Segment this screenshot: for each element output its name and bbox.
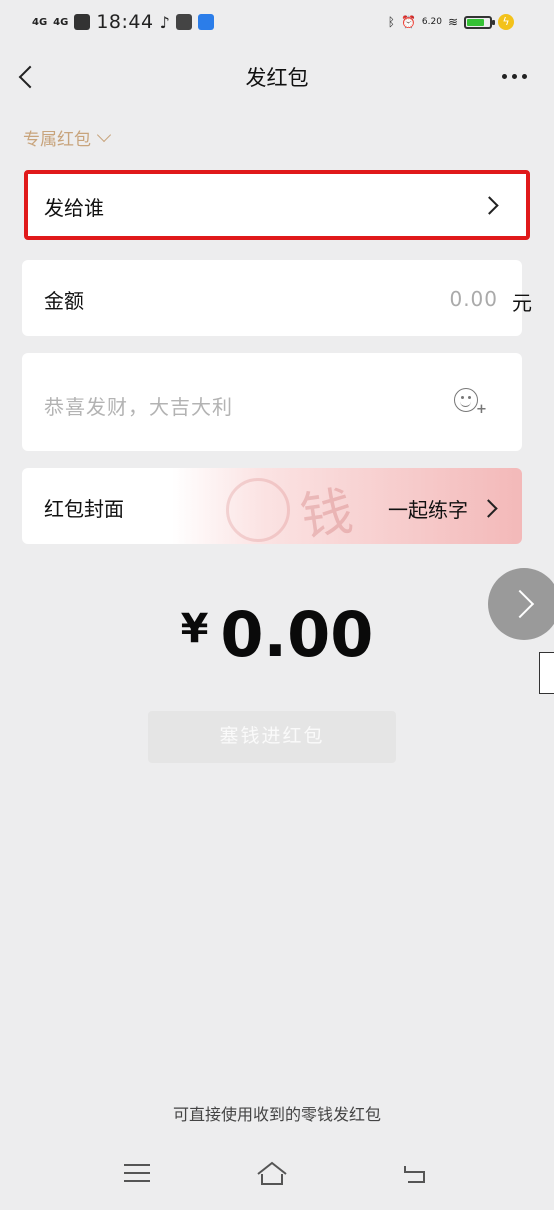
exclusive-packet-dropdown[interactable]: 专属红包 bbox=[23, 125, 112, 150]
chevron-right-icon bbox=[480, 196, 499, 215]
clock: 18:44 bbox=[96, 11, 154, 33]
emoji-icon[interactable] bbox=[454, 388, 478, 412]
chevron-right-icon bbox=[479, 499, 498, 518]
currency-symbol: ¥ bbox=[180, 606, 209, 652]
cover-art-character: 钱 bbox=[296, 481, 357, 549]
recipient-label: 发给谁 bbox=[44, 196, 104, 220]
exclusive-packet-label: 专属红包 bbox=[23, 130, 91, 150]
cover-option-label: 一起练字 bbox=[388, 498, 468, 522]
bluetooth-icon: ᛒ bbox=[387, 15, 395, 29]
amount-label: 金额 bbox=[44, 289, 84, 313]
notification-icon bbox=[74, 14, 91, 30]
network-speed: 6.20 bbox=[421, 17, 442, 27]
cover-option[interactable]: 一起练字 bbox=[388, 494, 498, 523]
signal-indicator-2: 4G bbox=[53, 16, 69, 28]
emoji-plus-icon: + bbox=[476, 402, 487, 417]
status-right: ᛒ ⏰ 6.20 ≋ ϟ bbox=[388, 8, 514, 36]
status-bar: 4G 4G 18:44 ♪ ᛒ ⏰ 6.20 ≋ ϟ bbox=[0, 0, 554, 44]
recipient-selector[interactable]: 发给谁 bbox=[24, 170, 530, 240]
alarm-icon: ⏰ bbox=[400, 15, 416, 29]
charging-icon: ϟ bbox=[498, 14, 514, 30]
tiktok-icon: ♪ bbox=[159, 12, 170, 32]
amount-unit: 元 bbox=[512, 291, 532, 315]
total-amount: ¥0.00 bbox=[0, 598, 554, 671]
status-left: 4G 4G 18:44 ♪ bbox=[32, 8, 214, 36]
app-icon bbox=[175, 14, 192, 30]
more-options-button[interactable] bbox=[502, 68, 530, 84]
home-icon[interactable] bbox=[256, 1160, 288, 1188]
wifi-icon: ≋ bbox=[447, 15, 458, 29]
blessing-input[interactable]: 恭喜发财，大吉大利 bbox=[44, 391, 233, 420]
back-nav-icon[interactable] bbox=[402, 1164, 428, 1184]
app-icon-blue bbox=[197, 14, 214, 30]
amount-card[interactable]: 金额 bbox=[22, 260, 522, 336]
battery-icon bbox=[464, 15, 495, 29]
cover-label: 红包封面 bbox=[44, 497, 124, 521]
chevron-down-icon bbox=[96, 127, 112, 142]
menu-icon[interactable] bbox=[124, 1164, 150, 1184]
signal-indicator-1: 4G bbox=[32, 16, 48, 28]
total-value: 0.00 bbox=[220, 598, 374, 671]
page-title: 发红包 bbox=[245, 66, 309, 90]
footer-note: 可直接使用收到的零钱发红包 bbox=[172, 1105, 381, 1124]
send-red-packet-button[interactable]: 塞钱进红包 bbox=[148, 711, 396, 763]
amount-input[interactable]: 0.00 bbox=[449, 287, 498, 311]
cover-decoration bbox=[226, 478, 290, 542]
